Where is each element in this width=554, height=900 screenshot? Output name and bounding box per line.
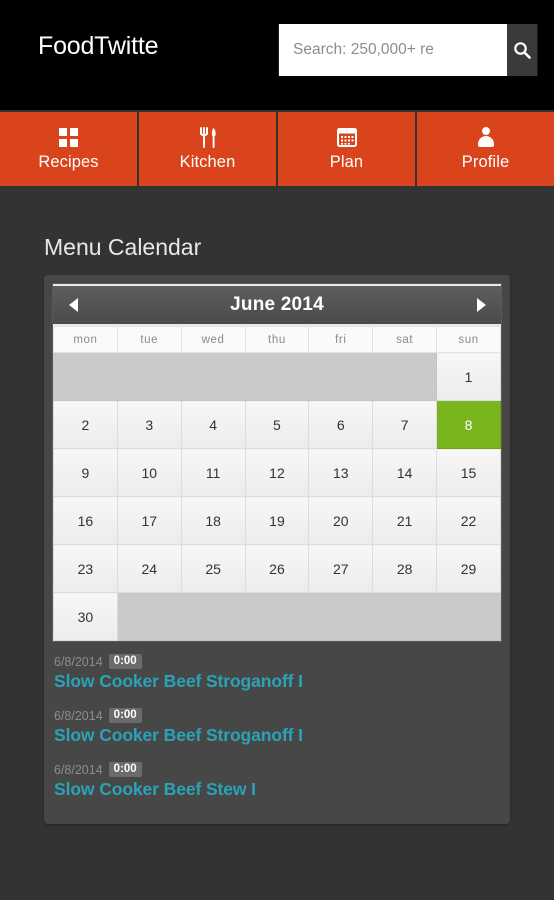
calendar-day-cell[interactable]: 5: [244, 400, 310, 449]
weekday-header: mon: [53, 326, 118, 353]
chevron-right-icon: [476, 298, 486, 312]
recipe-title-link[interactable]: Slow Cooker Beef Stroganoff I: [54, 671, 500, 692]
planned-recipe-item: 6/8/2014 0:00 Slow Cooker Beef Stroganoff …: [54, 648, 500, 702]
calendar-day-cell[interactable]: 6: [308, 400, 374, 449]
planned-recipe-item: 6/8/2014 0:00 Slow Cooker Beef Stew I: [54, 756, 500, 810]
page-title: Menu Calendar: [44, 234, 202, 260]
planned-recipe-item: 6/8/2014 0:00 Slow Cooker Beef Stroganoff …: [54, 702, 500, 756]
calendar-day-cell[interactable]: 9: [53, 448, 118, 497]
nav-label-plan: Plan: [329, 153, 364, 171]
app-brand-title: FoodTwitte: [38, 32, 159, 60]
recipe-title-link[interactable]: Slow Cooker Beef Stew I: [54, 779, 500, 800]
recipe-date: 6/8/2014: [54, 762, 103, 777]
calendar-header: June 2014: [53, 284, 501, 326]
weekday-header: sat: [372, 326, 438, 353]
app-header: FoodTwitte: [0, 0, 554, 110]
calendar-day-empty: [116, 592, 502, 641]
search-button[interactable]: [507, 24, 537, 76]
calendar-week-row: 23 24 25 26 27 28 29: [53, 544, 501, 593]
calendar-day-cell[interactable]: 24: [116, 544, 182, 593]
calendar-grid: mon tue wed thu fri sat sun 1 2 3 4 5 6 7 8 9 10 1…: [52, 326, 502, 641]
calendar-week-row: 30: [53, 592, 502, 641]
calendar-day-cell[interactable]: 27: [308, 544, 374, 593]
calendar-day-cell[interactable]: 11: [180, 448, 246, 497]
calendar-day-cell[interactable]: 7: [372, 400, 438, 449]
calendar-week-row: 1: [52, 352, 501, 401]
calendar-weekday-header-row: mon tue wed thu fri sat sun: [53, 326, 501, 353]
calendar-day-cell[interactable]: 15: [436, 448, 501, 497]
recipe-meta: 6/8/2014 0:00: [54, 708, 500, 723]
recipe-title-link[interactable]: Slow Cooker Beef Stroganoff I: [54, 725, 500, 746]
weekday-header: thu: [244, 326, 310, 353]
recipe-date: 6/8/2014: [54, 708, 103, 723]
person-icon: [476, 126, 496, 148]
menu-calendar-panel: June 2014 mon tue wed thu fri sat sun 1 …: [44, 275, 510, 824]
main-content: Menu Calendar June 2014 mon tue wed thu …: [0, 194, 554, 824]
calendar-month-label: June 2014: [230, 294, 324, 315]
calendar-day-cell[interactable]: 29: [436, 544, 501, 593]
calendar-day-cell[interactable]: 1: [436, 352, 501, 401]
nav-label-kitchen: Kitchen: [179, 153, 236, 171]
nav-label-recipes: Recipes: [38, 153, 99, 171]
calendar-day-cell[interactable]: 14: [372, 448, 438, 497]
calendar-week-row: 16 17 18 19 20 21 22: [53, 496, 501, 545]
recipe-date: 6/8/2014: [54, 654, 103, 669]
calendar-day-cell[interactable]: 30: [53, 592, 118, 641]
calendar-icon: [336, 126, 357, 148]
calendar-day-cell[interactable]: 19: [244, 496, 310, 545]
search-bar: [278, 24, 538, 76]
calendar-prev-month-button[interactable]: [53, 298, 93, 312]
calendar-day-cell[interactable]: 3: [116, 400, 182, 449]
main-navigation: Recipes Kitchen Plan Profile: [0, 110, 554, 194]
calendar-day-cell[interactable]: 18: [180, 496, 246, 545]
fork-knife-icon: [198, 126, 218, 148]
nav-label-profile: Profile: [461, 153, 510, 171]
calendar-day-cell-selected[interactable]: 8: [436, 400, 501, 449]
weekday-header: wed: [180, 326, 246, 353]
recipe-meta: 6/8/2014 0:00: [54, 654, 500, 669]
calendar-next-month-button[interactable]: [461, 298, 501, 312]
weekday-header: sun: [436, 326, 501, 353]
calendar-week-row: 9 10 11 12 13 14 15: [53, 448, 501, 497]
calendar-day-cell[interactable]: 25: [180, 544, 246, 593]
calendar-day-cell[interactable]: 16: [53, 496, 118, 545]
calendar-day-cell[interactable]: 22: [436, 496, 501, 545]
calendar-body: 1 2 3 4 5 6 7 8 9 10 11 12 13 14 15 16 17 18 19 20 21 22 23 24 2…: [52, 352, 502, 641]
weekday-header: tue: [116, 326, 182, 353]
search-icon: [512, 40, 532, 60]
calendar-day-cell[interactable]: 17: [116, 496, 182, 545]
recipe-time-badge: 0:00: [108, 708, 142, 723]
recipe-meta: 6/8/2014 0:00: [54, 762, 500, 777]
calendar-week-row: 2345678: [53, 400, 501, 449]
grid-icon: [59, 126, 78, 148]
calendar-day-cell[interactable]: 23: [53, 544, 118, 593]
recipe-time-badge: 0:00: [108, 654, 142, 669]
recipe-time-badge: 0:00: [108, 762, 142, 777]
calendar-day-cell[interactable]: 20: [308, 496, 374, 545]
calendar-day-cell[interactable]: 21: [372, 496, 438, 545]
calendar-day-cell[interactable]: 4: [180, 400, 246, 449]
calendar-day-cell[interactable]: 28: [372, 544, 438, 593]
calendar-day-cell[interactable]: 10: [116, 448, 182, 497]
calendar-widget: June 2014 mon tue wed thu fri sat sun 1 …: [52, 283, 502, 642]
calendar-day-cell[interactable]: 26: [244, 544, 310, 593]
nav-item-recipes[interactable]: Recipes: [0, 112, 137, 186]
planned-recipe-list: 6/8/2014 0:00 Slow Cooker Beef Stroganoff …: [52, 642, 502, 812]
calendar-day-cell[interactable]: 13: [308, 448, 374, 497]
search-input[interactable]: [279, 24, 507, 76]
calendar-day-empty: [52, 352, 438, 401]
weekday-header: fri: [308, 326, 374, 353]
calendar-day-cell[interactable]: 2: [53, 400, 118, 449]
chevron-left-icon: [68, 298, 78, 312]
nav-item-kitchen[interactable]: Kitchen: [139, 112, 276, 186]
calendar-day-cell[interactable]: 12: [244, 448, 310, 497]
nav-item-profile[interactable]: Profile: [417, 112, 554, 186]
nav-item-plan[interactable]: Plan: [278, 112, 415, 186]
